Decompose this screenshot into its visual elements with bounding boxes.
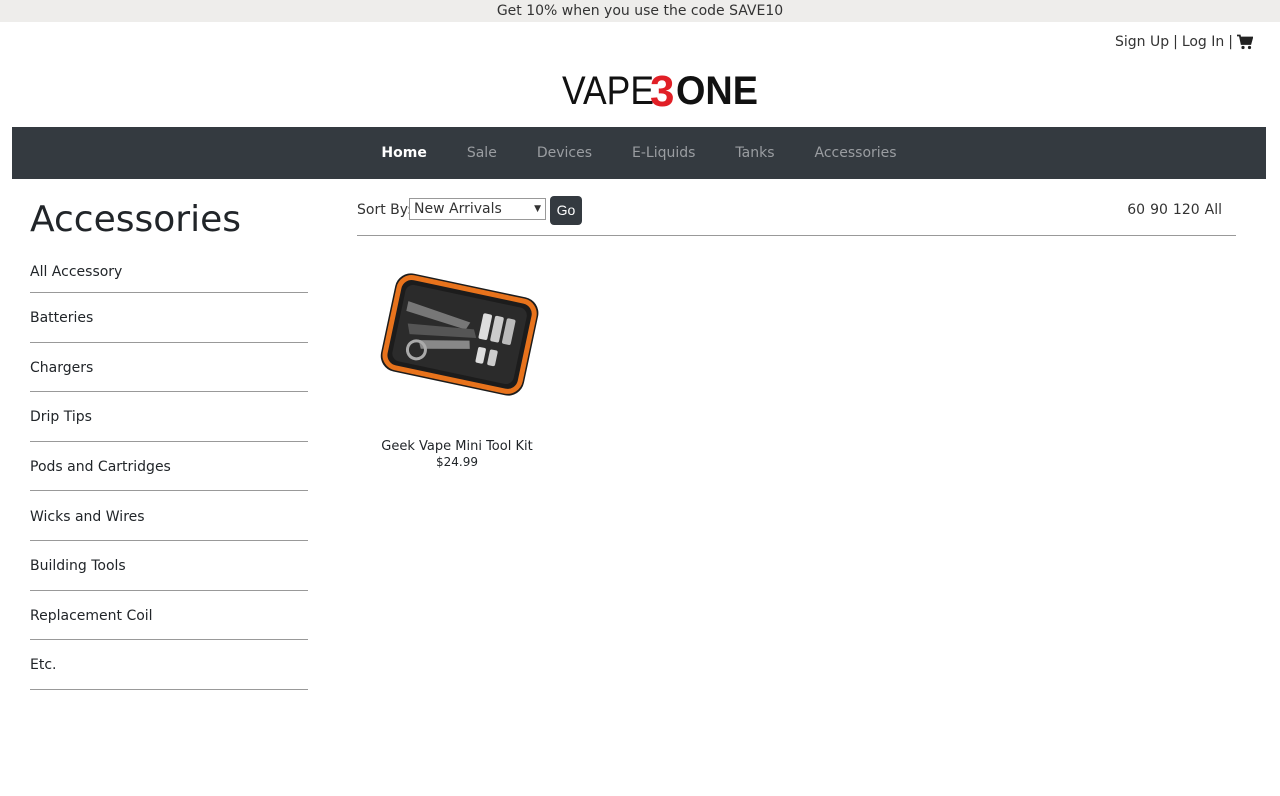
nav-devices[interactable]: Devices [517,127,612,179]
sort-toolbar: Sort By: New Arrivals ▼ Go 60 90 120 All [357,196,1236,236]
product-card[interactable]: Geek Vape Mini Tool Kit $24.99 [357,262,557,469]
page-title: Accessories [30,199,241,240]
logo-3-text: 3 [650,68,674,108]
category-pods-and-cartridges[interactable]: Pods and Cartridges [30,442,308,492]
nav-sale[interactable]: Sale [447,127,517,179]
sort-label: Sort By: [357,202,412,218]
product-image[interactable] [372,262,542,412]
category-building-tools[interactable]: Building Tools [30,541,308,591]
nav-accessories[interactable]: Accessories [795,127,917,179]
logo-vape-text: VAPE [562,69,654,108]
product-price: $24.99 [436,455,478,469]
sort-select[interactable]: New Arrivals ▼ [409,198,546,220]
category-drip-tips[interactable]: Drip Tips [30,392,308,442]
product-name[interactable]: Geek Vape Mini Tool Kit [357,439,557,455]
account-links: Sign Up | Log In | [1115,34,1254,50]
main-nav: Home Sale Devices E-Liquids Tanks Access… [12,127,1266,179]
nav-home[interactable]: Home [361,127,446,179]
cart-icon[interactable] [1237,34,1254,50]
category-batteries[interactable]: Batteries [30,293,308,343]
separator: | [1228,34,1233,50]
category-replacement-coil[interactable]: Replacement Coil [30,591,308,641]
sort-selected-value: New Arrivals [414,201,502,217]
go-button[interactable]: Go [550,196,582,225]
page-size-90[interactable]: 90 [1150,202,1168,218]
logo-one-text: ONE [676,69,758,108]
category-etc[interactable]: Etc. [30,640,308,690]
dropdown-arrow-icon: ▼ [534,204,541,214]
promo-banner: Get 10% when you use the code SAVE10 [0,0,1280,22]
site-logo[interactable]: VAPE 3 ONE [562,67,758,116]
category-wicks-and-wires[interactable]: Wicks and Wires [30,491,308,541]
promo-text: Get 10% when you use the code SAVE10 [496,3,784,19]
page-size-60[interactable]: 60 [1127,202,1145,218]
page-size-120[interactable]: 120 [1173,202,1200,218]
nav-tanks[interactable]: Tanks [715,127,794,179]
log-in-link[interactable]: Log In [1182,34,1224,50]
page-size-options: 60 90 120 All [1127,202,1222,218]
separator: | [1173,34,1178,50]
nav-e-liquids[interactable]: E-Liquids [612,127,715,179]
category-sidebar: Accessories All Accessory Batteries Char… [30,197,308,690]
sign-up-link[interactable]: Sign Up [1115,34,1169,50]
category-chargers[interactable]: Chargers [30,343,308,393]
category-all-accessory[interactable]: All Accessory [30,249,308,293]
page-size-all[interactable]: All [1205,202,1222,218]
category-list: All Accessory Batteries Chargers Drip Ti… [30,249,308,690]
